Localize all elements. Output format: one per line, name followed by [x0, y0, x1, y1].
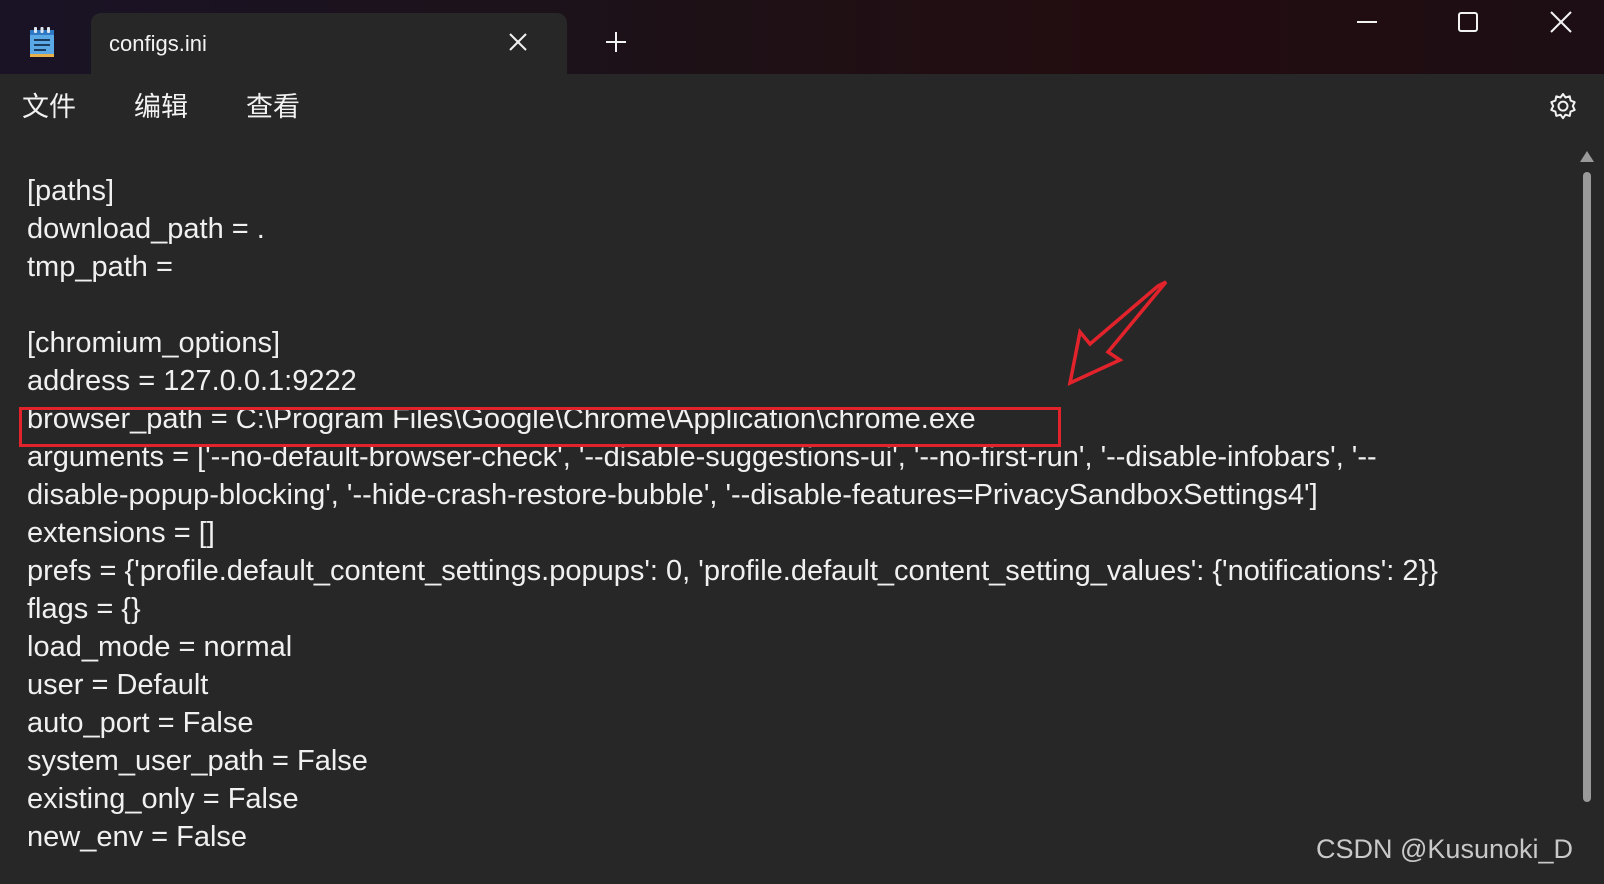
watermark: CSDN @Kusunoki_D: [1316, 834, 1574, 864]
editor-line: load_mode = normal: [27, 631, 293, 663]
maximize-icon[interactable]: [1446, 8, 1490, 48]
menu-bar: 文件 编辑 查看: [0, 74, 1604, 140]
notepad-icon: [29, 26, 55, 58]
editor-line: download_path = .: [27, 213, 265, 245]
editor-line: existing_only = False: [27, 783, 299, 815]
close-icon[interactable]: [1539, 8, 1583, 48]
editor-line: system_user_path = False: [27, 745, 368, 777]
annotation-arrow-icon: [1067, 280, 1168, 387]
editor-line: auto_port = False: [27, 707, 254, 739]
title-bar: configs.ini: [0, 0, 1604, 74]
close-icon[interactable]: [503, 27, 533, 57]
vertical-scrollbar[interactable]: [1576, 148, 1598, 884]
annotation-highlight-box: [19, 407, 1061, 447]
gear-icon[interactable]: [1546, 90, 1580, 124]
scrollbar-thumb[interactable]: [1583, 172, 1591, 802]
editor-line: address = 127.0.0.1:9222: [27, 365, 357, 397]
tab-title: configs.ini: [109, 31, 207, 56]
editor-line: tmp_path =: [27, 251, 173, 283]
editor-line: new_env = False: [27, 821, 248, 853]
editor-line: user = Default: [27, 669, 209, 701]
menu-view[interactable]: 查看: [246, 90, 300, 124]
plus-icon[interactable]: [601, 27, 631, 57]
tab-configs[interactable]: configs.ini: [91, 13, 567, 74]
editor-line: extensions = []: [27, 517, 215, 549]
editor-line: prefs = {'profile.default_content_settin…: [27, 555, 1438, 587]
editor-line: [paths]: [27, 175, 115, 207]
editor-line: disable-popup-blocking', '--hide-crash-r…: [27, 479, 1318, 511]
menu-file[interactable]: 文件: [22, 90, 76, 124]
editor-line: [chromium_options]: [27, 327, 281, 359]
notepad-window: configs.ini 文件 编辑 查看 [paths] download_pa…: [0, 0, 1604, 884]
minimize-icon[interactable]: [1345, 8, 1389, 48]
triangle-up-icon[interactable]: [1578, 148, 1596, 166]
editor-line: flags = {}: [27, 593, 141, 625]
menu-edit[interactable]: 编辑: [134, 90, 188, 124]
text-editor[interactable]: [paths] download_path = . tmp_path = [ch…: [0, 140, 1572, 884]
